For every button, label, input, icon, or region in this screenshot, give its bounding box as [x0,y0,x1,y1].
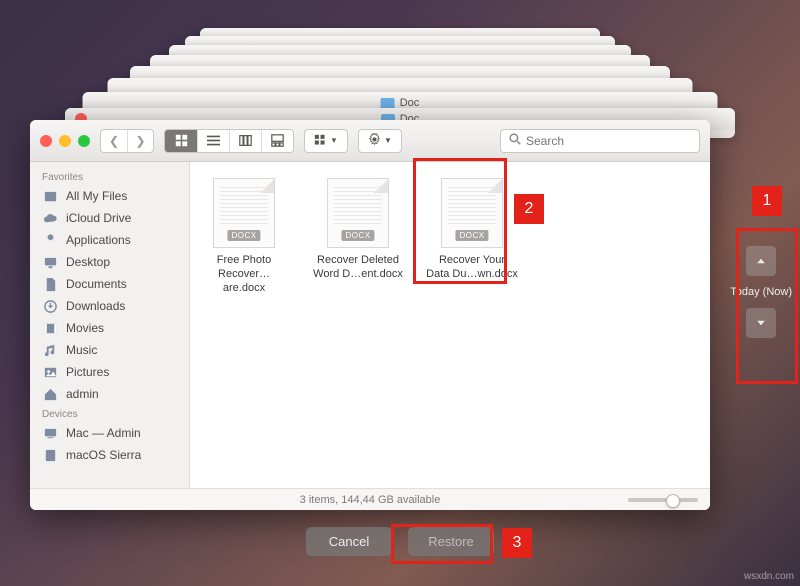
sidebar-item-label: Music [66,343,97,357]
sidebar-item-label: admin [66,387,99,401]
sidebar-item-label: Downloads [66,299,125,313]
cancel-label: Cancel [329,534,369,549]
apps-icon [42,232,58,248]
mac-icon [42,425,58,441]
sidebar-item-disk[interactable]: macOS Sierra [30,444,189,466]
nav-back-button[interactable]: ❮ [101,130,127,152]
sidebar-item-label: Mac — Admin [66,426,141,440]
sidebar-item-all-my-files[interactable]: All My Files [30,185,189,207]
file-ext: DOCX [341,230,374,241]
sidebar-item-label: All My Files [66,189,127,203]
minimize-icon[interactable] [59,135,71,147]
chevron-down-icon: ▼ [384,136,392,145]
arrange-dropdown[interactable]: ▼ [304,129,348,153]
view-gallery-button[interactable] [261,130,293,152]
sidebar-item-music[interactable]: Music [30,339,189,361]
file-item[interactable]: DOCX Free Photo Recover…are.docx [198,178,290,295]
annotation-badge-3: 3 [502,528,532,558]
cloud-icon [42,210,58,226]
file-item[interactable]: DOCX Recover Deleted Word D…ent.docx [312,178,404,295]
status-bar: 3 items, 144,44 GB available [30,488,710,510]
annotation-box-2 [413,158,507,284]
cancel-button[interactable]: Cancel [306,527,392,556]
file-name: Free Photo Recover…are.docx [198,254,290,295]
sidebar-item-label: Applications [66,233,131,247]
sidebar-item-icloud[interactable]: iCloud Drive [30,207,189,229]
search-input[interactable] [526,134,691,148]
sidebar-section-devices: Devices [30,405,189,422]
sidebar-item-desktop[interactable]: Desktop [30,251,189,273]
watermark: wsxdn.com [744,571,794,582]
music-icon [42,342,58,358]
file-name: Recover Deleted Word D…ent.docx [312,254,404,282]
disk-icon [42,447,58,463]
sidebar-item-label: Pictures [66,365,109,379]
gear-icon [368,133,381,149]
chevron-down-icon: ▼ [330,136,338,145]
icon-size-slider[interactable] [628,498,698,502]
downloads-icon [42,298,58,314]
finder-window: ❮ ❯ ▼ ▼ [30,120,710,510]
search-icon [509,133,521,148]
file-ext: DOCX [227,230,260,241]
sidebar-item-label: Documents [66,277,127,291]
nav-forward-button[interactable]: ❯ [127,130,153,152]
maximize-icon[interactable] [78,135,90,147]
sidebar-item-label: macOS Sierra [66,448,141,462]
view-icons-button[interactable] [165,130,197,152]
sidebar-item-label: Movies [66,321,104,335]
sidebar-section-favorites: Favorites [30,168,189,185]
search-field[interactable] [500,129,700,153]
annotation-box-3 [391,524,493,564]
sidebar-item-documents[interactable]: Documents [30,273,189,295]
view-list-button[interactable] [197,130,229,152]
desktop-icon [42,254,58,270]
sidebar-item-pictures[interactable]: Pictures [30,361,189,383]
sidebar-item-label: Desktop [66,255,110,269]
documents-icon [42,276,58,292]
sidebar-item-mac[interactable]: Mac — Admin [30,422,189,444]
status-text: 3 items, 144,44 GB available [300,494,441,506]
home-icon [42,386,58,402]
view-columns-button[interactable] [229,130,261,152]
movies-icon [42,320,58,336]
sidebar-item-applications[interactable]: Applications [30,229,189,251]
close-icon[interactable] [40,135,52,147]
sidebar: Favorites All My Files iCloud Drive Appl… [30,162,190,488]
sidebar-item-downloads[interactable]: Downloads [30,295,189,317]
sidebar-item-label: iCloud Drive [66,211,131,225]
all-files-icon [42,188,58,204]
annotation-badge-2: 2 [514,194,544,224]
sidebar-item-admin[interactable]: admin [30,383,189,405]
toolbar: ❮ ❯ ▼ ▼ [30,120,710,162]
annotation-box-1 [736,228,798,384]
annotation-badge-1: 1 [752,186,782,216]
action-dropdown[interactable]: ▼ [358,129,402,153]
pictures-icon [42,364,58,380]
sidebar-item-movies[interactable]: Movies [30,317,189,339]
